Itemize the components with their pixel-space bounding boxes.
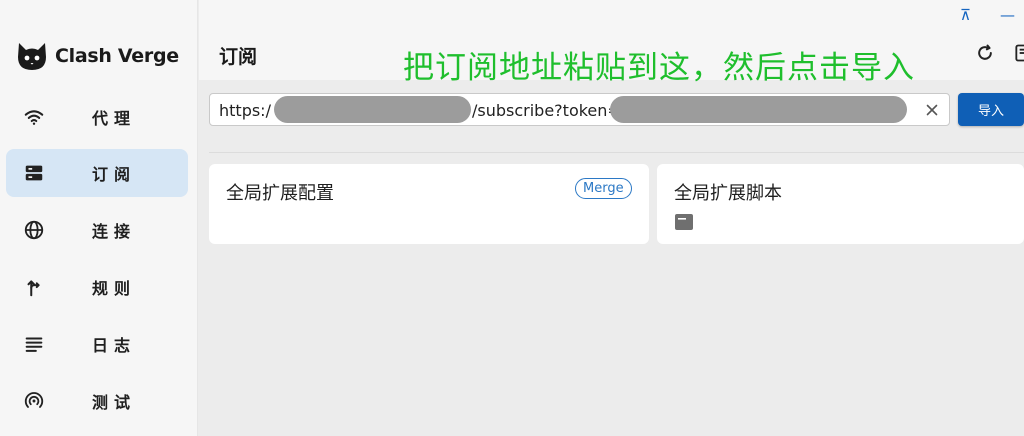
sidebar-item-test[interactable]: 测试	[6, 377, 188, 425]
app-name: Clash Verge	[55, 45, 179, 67]
url-prefix-text: https:/	[219, 101, 271, 120]
sidebar-item-label: 规则	[92, 279, 137, 298]
redacted-token	[610, 96, 907, 123]
minimize-window-button[interactable]: —	[1000, 6, 1015, 24]
sidebar-item-label: 日志	[92, 336, 137, 355]
page-title: 订阅	[219, 46, 258, 68]
divider	[209, 152, 1024, 153]
refresh-icon	[978, 44, 992, 60]
refresh-button[interactable]	[974, 42, 996, 64]
pin-window-button[interactable]: ⊼	[960, 6, 971, 24]
card-title: 全局扩展配置	[226, 183, 334, 204]
merge-badge: Merge	[575, 178, 632, 199]
cat-logo-icon	[18, 43, 46, 70]
sidebar-item-logs[interactable]: 日志	[6, 320, 188, 368]
sidebar-item-rules[interactable]: 规则	[6, 263, 188, 311]
sidebar-item-label: 测试	[92, 393, 137, 412]
subscription-url-input[interactable]: https:/ /subscribe?token=	[209, 93, 950, 126]
more-button[interactable]	[1012, 42, 1024, 64]
sidebar-item-proxy[interactable]: 代理	[6, 93, 188, 141]
sidebar-item-label: 连接	[92, 222, 137, 241]
card-title: 全局扩展脚本	[674, 183, 782, 204]
close-icon	[926, 104, 938, 116]
instruction-annotation: 把订阅地址粘贴到这，然后点击导入	[403, 50, 915, 86]
sidebar-item-label: 代理	[92, 109, 137, 128]
sidebar: Clash Verge 代理 订阅 连接 规则 日志 测试	[0, 0, 198, 436]
url-path-text: /subscribe?token=	[472, 101, 621, 120]
wifi-icon	[22, 105, 46, 129]
note-icon	[1015, 44, 1024, 62]
server-icon	[22, 161, 46, 185]
sidebar-item-label: 订阅	[92, 165, 137, 184]
radar-icon	[22, 389, 46, 413]
fork-arrow-icon	[22, 275, 46, 299]
redacted-host	[274, 96, 471, 123]
global-merge-card[interactable]: 全局扩展配置 Merge	[209, 164, 649, 244]
file-icon	[675, 214, 693, 230]
lines-icon	[22, 332, 46, 356]
app-brand: Clash Verge	[16, 40, 179, 72]
sidebar-item-connections[interactable]: 连接	[6, 206, 188, 254]
import-button[interactable]: 导入	[958, 93, 1024, 126]
clear-input-button[interactable]	[922, 100, 942, 120]
globe-icon	[22, 218, 46, 242]
sidebar-item-subscription[interactable]: 订阅	[6, 149, 188, 197]
global-script-card[interactable]: 全局扩展脚本	[657, 164, 1024, 244]
